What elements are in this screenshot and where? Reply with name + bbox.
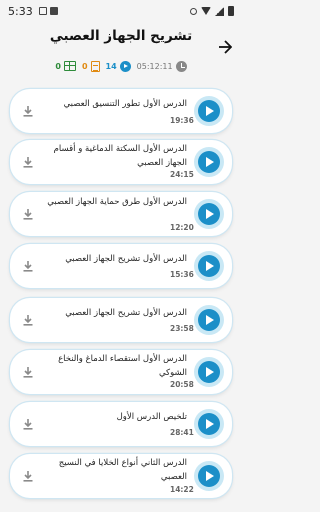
play-icon (198, 361, 220, 383)
tables-stat: 0 (55, 61, 76, 71)
system-icons (190, 6, 234, 16)
wifi-icon (201, 7, 211, 15)
lesson-duration: 12:20 (170, 223, 194, 232)
app-header: تشريح الجهاز العصبي (0, 26, 242, 54)
download-icon[interactable] (22, 314, 34, 326)
lesson-card[interactable]: الدرس الأول تطور التنسيق العصبي 19:36 (10, 89, 232, 133)
play-icon (198, 100, 220, 122)
lesson-card[interactable]: الدرس الأول تشريح الجهاز العصبي 15:36 (10, 244, 232, 288)
videos-count: 14 (105, 61, 117, 71)
document-icon (90, 60, 100, 72)
clock-icon (175, 60, 187, 72)
download-icon[interactable] (22, 105, 34, 117)
play-button[interactable] (194, 305, 224, 335)
play-button[interactable] (194, 96, 224, 126)
total-duration: 05:12:11 (136, 61, 173, 71)
play-icon (198, 255, 220, 277)
notification-icon (38, 7, 47, 15)
back-arrow-icon[interactable] (218, 40, 232, 54)
lesson-title: الدرس الأول تطور التنسيق العصبي (63, 99, 187, 109)
lesson-duration: 28:41 (170, 428, 194, 437)
lesson-title: الدرس الأول السكتة الدماغية و أقسام الجه… (53, 144, 187, 168)
documents-stat: 0 (81, 60, 100, 72)
table-icon (63, 61, 76, 71)
lesson-card[interactable]: الدرس الأول طرق حماية الجهاز العصبي 12:2… (10, 192, 232, 236)
play-button[interactable] (194, 409, 224, 439)
signal-icon (215, 6, 224, 16)
play-button[interactable] (194, 357, 224, 387)
play-button[interactable] (194, 199, 224, 229)
play-icon (198, 151, 220, 173)
lesson-card[interactable]: الدرس الأول تشريح الجهاز العصبي 23:58 (10, 298, 232, 342)
lesson-title: الدرس الأول استقصاء الدماغ والنخاع الشوك… (58, 354, 187, 378)
lesson-title: الدرس الأول تشريح الجهاز العصبي (65, 308, 187, 318)
download-icon[interactable] (22, 366, 34, 378)
download-icon[interactable] (22, 208, 34, 220)
lesson-card[interactable]: الدرس الأول استقصاء الدماغ والنخاع الشوك… (10, 350, 232, 394)
videos-stat: 14 (105, 60, 131, 72)
battery-icon (228, 6, 234, 16)
duration-stat: 05:12:11 (136, 60, 187, 72)
lesson-title: الدرس الأول طرق حماية الجهاز العصبي (47, 197, 187, 207)
lesson-duration: 20:58 (170, 380, 194, 389)
lesson-title: الدرس الثاني أنواع الخلايا في النسيج الع… (58, 458, 187, 482)
tables-count: 0 (55, 61, 61, 71)
play-icon (198, 465, 220, 487)
alarm-icon (190, 7, 197, 15)
download-icon[interactable] (22, 470, 34, 482)
lesson-duration: 19:36 (170, 116, 194, 125)
lesson-card[interactable]: الدرس الثاني أنواع الخلايا في النسيج الع… (10, 454, 232, 498)
notification-icons (38, 7, 58, 15)
download-icon[interactable] (22, 260, 34, 272)
notification-icon (49, 7, 58, 15)
lesson-title: تلخيص الدرس الأول (116, 412, 187, 422)
play-circle-icon (119, 60, 131, 72)
play-button[interactable] (194, 251, 224, 281)
lesson-card[interactable]: الدرس الأول السكتة الدماغية و أقسام الجه… (10, 140, 232, 184)
lesson-card[interactable]: تلخيص الدرس الأول 28:41 (10, 402, 232, 446)
play-button[interactable] (194, 461, 224, 491)
lesson-duration: 23:58 (170, 324, 194, 333)
course-stats: 0 0 14 05:12:11 (0, 58, 242, 74)
page-title: تشريح الجهاز العصبي (49, 28, 193, 44)
status-time: 5:33 (8, 4, 33, 18)
download-icon[interactable] (22, 156, 34, 168)
lesson-duration: 14:22 (170, 485, 194, 494)
lesson-duration: 15:36 (170, 270, 194, 279)
play-icon (198, 309, 220, 331)
lesson-duration: 24:15 (170, 170, 194, 179)
status-bar: 5:33 (0, 0, 242, 22)
documents-count: 0 (81, 61, 88, 71)
play-icon (198, 203, 220, 225)
play-icon (198, 413, 220, 435)
play-button[interactable] (194, 147, 224, 177)
download-icon[interactable] (22, 418, 34, 430)
lesson-title: الدرس الأول تشريح الجهاز العصبي (65, 254, 187, 264)
